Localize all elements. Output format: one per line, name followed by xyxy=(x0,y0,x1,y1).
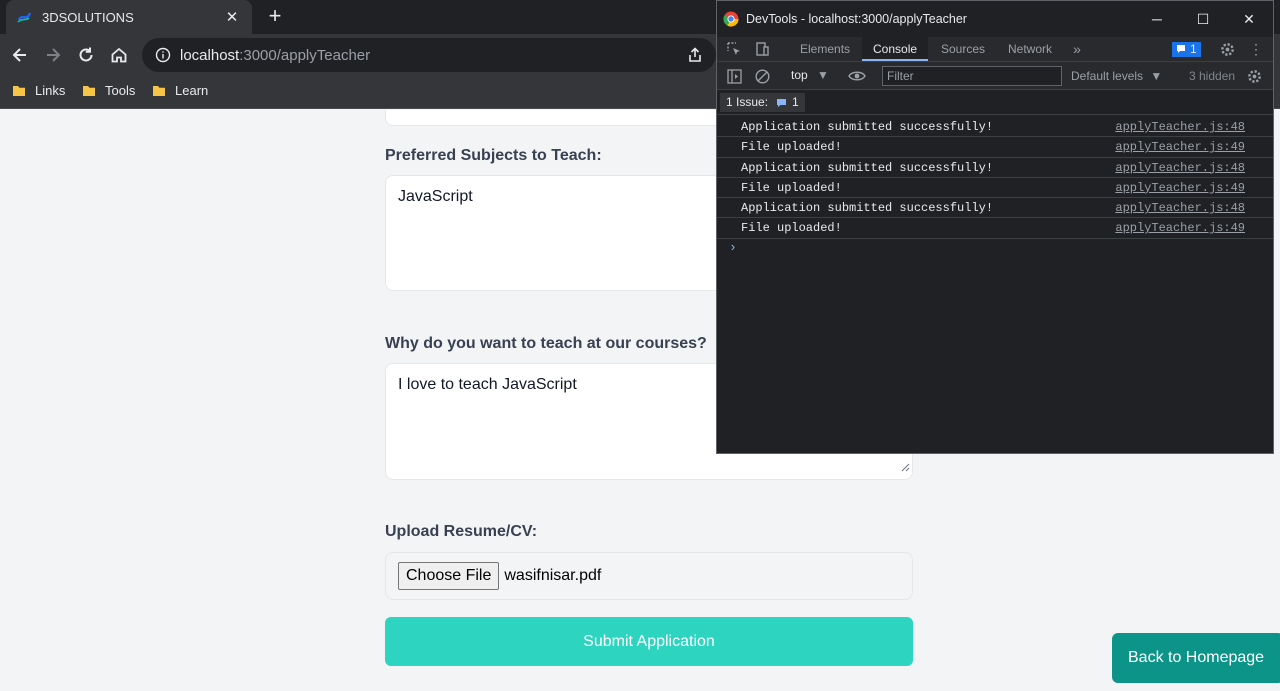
close-tab-icon[interactable]: ✕ xyxy=(222,8,242,26)
address-bar[interactable]: localhost:3000/applyTeacher xyxy=(142,38,716,72)
url-path: :3000/applyTeacher xyxy=(239,46,371,64)
dropdown-arrow-icon: ▼ xyxy=(817,68,829,82)
console-log-row: Application submitted successfully! appl… xyxy=(717,117,1273,138)
clear-console-icon[interactable] xyxy=(753,67,771,85)
folder-icon xyxy=(13,85,25,96)
console-settings-gear-icon[interactable] xyxy=(1245,67,1263,85)
tab-network[interactable]: Network xyxy=(997,37,1063,61)
resize-grip-icon[interactable] xyxy=(901,459,910,477)
devtools-titlebar: DevTools - localhost:3000/applyTeacher ─… xyxy=(717,1,1273,37)
resume-file-input[interactable]: Choose File wasifnisar.pdf xyxy=(385,552,913,600)
console-log-row: File uploaded! applyTeacher.js:49 xyxy=(717,218,1273,239)
log-levels-value: Default levels xyxy=(1071,69,1144,83)
message-icon xyxy=(776,98,787,108)
message-icon: 1 xyxy=(1172,41,1201,57)
log-message: Application submitted successfully! xyxy=(741,160,994,175)
bookmark-links[interactable]: Links xyxy=(12,83,65,98)
hidden-messages-count: 3 hidden xyxy=(1189,69,1236,83)
log-source-link[interactable]: applyTeacher.js:49 xyxy=(1115,181,1245,195)
dropdown-arrow-icon: ▼ xyxy=(1150,69,1163,83)
log-source-link[interactable]: applyTeacher.js:48 xyxy=(1115,161,1245,175)
devtools-tab-bar: Elements Console Sources Network » 1 ⋮ xyxy=(717,37,1273,62)
why-teach-value: I love to teach JavaScript xyxy=(398,376,577,393)
log-source-link[interactable]: applyTeacher.js:49 xyxy=(1115,221,1245,235)
console-prompt-icon[interactable]: › xyxy=(729,240,737,255)
console-output: Application submitted successfully! appl… xyxy=(717,117,1273,255)
back-to-homepage-button[interactable]: Back to Homepage xyxy=(1112,633,1280,683)
console-log-row: Application submitted successfully! appl… xyxy=(717,198,1273,219)
back-arrow-icon[interactable] xyxy=(8,43,32,67)
share-icon[interactable] xyxy=(686,46,704,69)
settings-gear-icon[interactable] xyxy=(1219,41,1235,57)
selected-file-name: wasifnisar.pdf xyxy=(504,567,602,584)
log-source-link[interactable]: applyTeacher.js:48 xyxy=(1115,201,1245,215)
log-message: Application submitted successfully! xyxy=(741,120,994,134)
new-tab-icon[interactable]: + xyxy=(262,4,288,30)
submit-application-button[interactable]: Submit Application xyxy=(385,617,913,666)
close-window-icon[interactable]: ✕ xyxy=(1239,9,1259,29)
log-message: File uploaded! xyxy=(741,221,842,236)
reload-icon[interactable] xyxy=(74,43,98,67)
bookmark-label: Links xyxy=(35,83,66,98)
kebab-menu-icon[interactable]: ⋮ xyxy=(1249,41,1263,57)
folder-icon xyxy=(153,85,165,96)
tab-elements[interactable]: Elements xyxy=(789,37,861,61)
bookmark-learn[interactable]: Learn xyxy=(152,83,208,98)
bookmark-label: Tools xyxy=(105,83,136,98)
log-message: File uploaded! xyxy=(741,180,842,195)
inspect-element-icon[interactable] xyxy=(725,41,743,57)
bookmark-label: Learn xyxy=(175,83,209,98)
log-source-link[interactable]: applyTeacher.js:49 xyxy=(1115,140,1245,154)
tab-title: 3DSOLUTIONS xyxy=(42,9,134,25)
bookmark-tools[interactable]: Tools xyxy=(82,83,135,98)
issues-label: 1 Issue: xyxy=(726,95,769,109)
log-message: Application submitted successfully! xyxy=(741,201,994,216)
console-filter-input[interactable] xyxy=(882,66,1062,86)
chrome-logo-icon xyxy=(723,11,739,27)
more-tabs-icon[interactable]: » xyxy=(1069,41,1085,57)
why-teach-label: Why do you want to teach at our courses? xyxy=(385,335,707,352)
console-log-row: Application submitted successfully! appl… xyxy=(717,158,1273,178)
issues-counter[interactable]: 1 xyxy=(1172,41,1201,57)
device-toolbar-icon[interactable] xyxy=(753,41,771,57)
log-source-link[interactable]: applyTeacher.js:48 xyxy=(1115,120,1245,134)
context-selector[interactable]: top ▼ xyxy=(791,68,829,82)
tab-sources[interactable]: Sources xyxy=(930,37,996,61)
log-message: File uploaded! xyxy=(741,140,842,155)
issues-link[interactable]: 1 Issue: 1 xyxy=(720,93,805,112)
context-value: top xyxy=(791,68,808,82)
sidebar-toggle-icon[interactable] xyxy=(725,67,743,85)
issues-count: 1 xyxy=(792,95,799,109)
console-log-row: File uploaded! applyTeacher.js:49 xyxy=(717,137,1273,158)
upload-label: Upload Resume/CV: xyxy=(385,523,538,540)
folder-icon xyxy=(83,85,95,96)
console-toolbar: top ▼ Default levels ▼ 3 hidden xyxy=(717,62,1273,90)
tab-console[interactable]: Console xyxy=(862,37,929,61)
console-log-row: File uploaded! applyTeacher.js:49 xyxy=(717,178,1273,199)
choose-file-button[interactable]: Choose File xyxy=(398,562,500,590)
home-icon[interactable] xyxy=(107,43,131,67)
subjects-label: Preferred Subjects to Teach: xyxy=(385,147,602,164)
issues-bar: 1 Issue: 1 xyxy=(717,90,1273,115)
minimize-icon[interactable]: ─ xyxy=(1147,9,1167,29)
issues-count-badge: 1 xyxy=(1190,42,1197,56)
site-info-icon[interactable] xyxy=(154,46,172,64)
subjects-value: JavaScript xyxy=(398,188,473,205)
devtools-title: DevTools - localhost:3000/applyTeacher xyxy=(746,12,967,26)
devtools-window: DevTools - localhost:3000/applyTeacher ─… xyxy=(716,0,1274,454)
url-host: localhost xyxy=(180,46,240,64)
forward-arrow-icon[interactable] xyxy=(41,43,65,67)
maximize-icon[interactable]: ☐ xyxy=(1193,9,1213,29)
live-expression-eye-icon[interactable] xyxy=(847,67,867,85)
log-levels-dropdown[interactable]: Default levels ▼ xyxy=(1071,69,1162,83)
browser-tab[interactable]: 3DSOLUTIONS ✕ xyxy=(6,0,252,34)
site-logo-icon xyxy=(16,9,32,25)
